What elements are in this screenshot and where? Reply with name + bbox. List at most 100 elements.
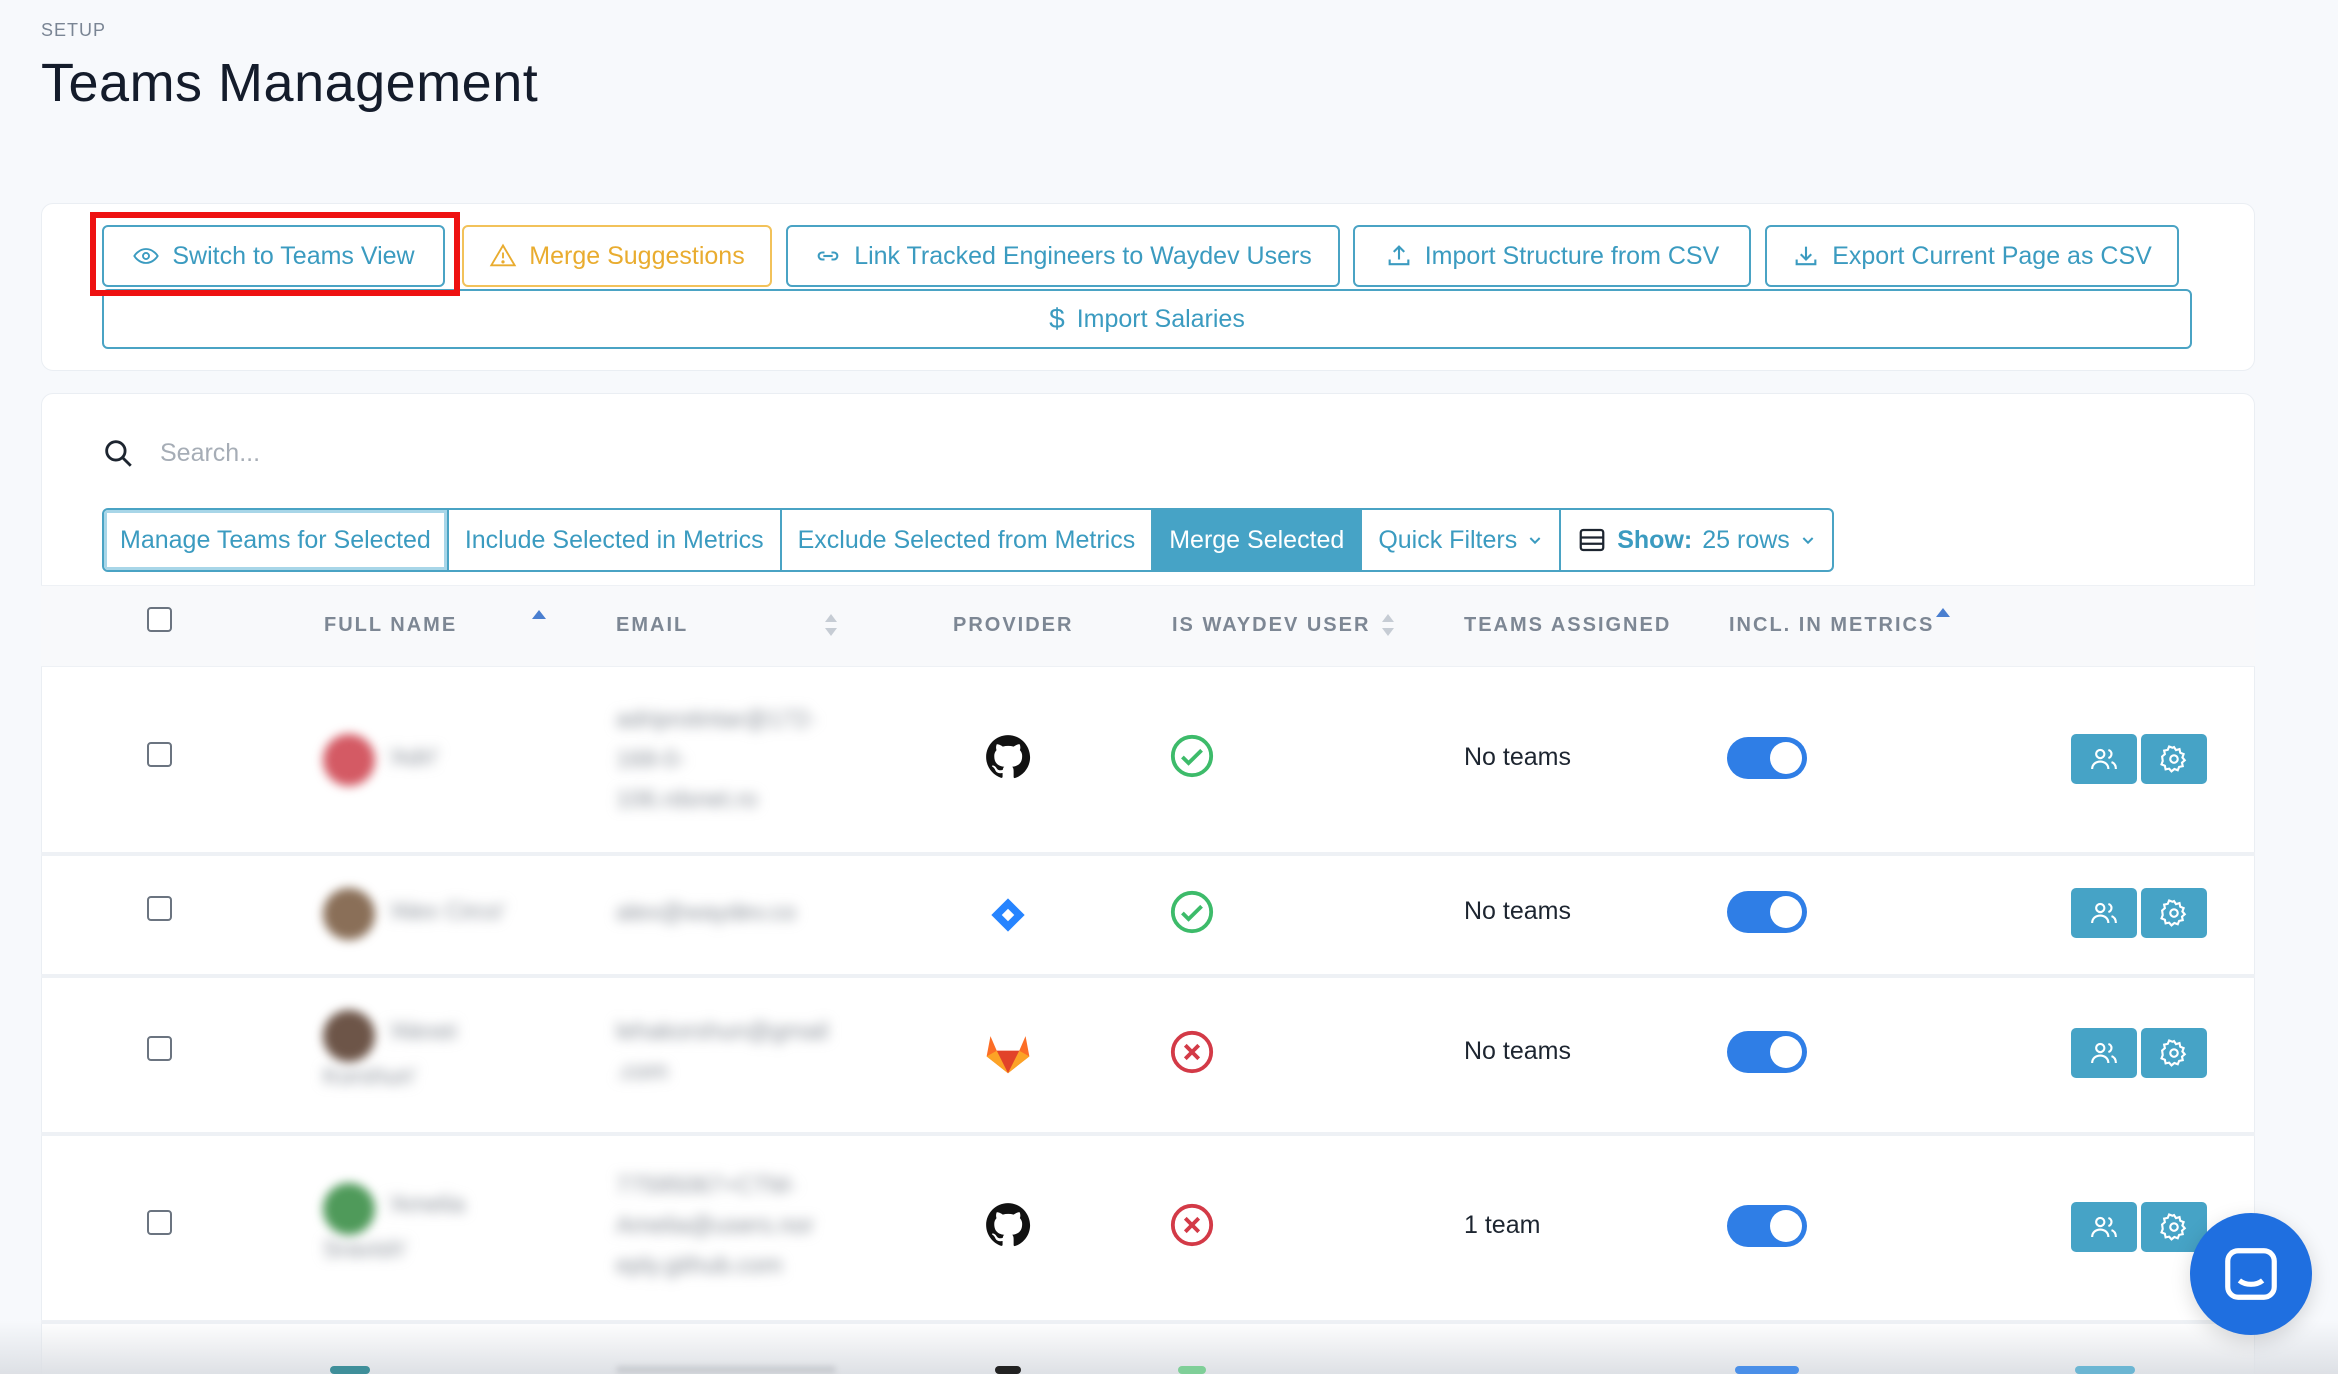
email-text: 77595067+CTM- [616, 1172, 797, 1199]
settings-row-button[interactable] [2141, 888, 2207, 938]
chat-icon [2225, 1248, 2277, 1300]
download-icon [1795, 246, 1817, 266]
partial-avatar [330, 1366, 370, 1374]
full-name-text: Korshun' [323, 1063, 417, 1090]
merge-selected-label: Merge Selected [1169, 525, 1345, 554]
search-input[interactable] [160, 432, 960, 474]
chevron-down-icon [1802, 537, 1814, 545]
partial-status-icon [1178, 1366, 1206, 1374]
merge-selected-button[interactable]: Merge Selected [1153, 510, 1363, 570]
row-divider [41, 974, 2255, 978]
highlight-box [90, 212, 460, 296]
full-name-text: 'Adri' [387, 744, 439, 771]
avatar [323, 1183, 375, 1235]
export-page-button[interactable]: Export Current Page as CSV [1765, 225, 2179, 287]
bulk-actions-group: Manage Teams for Selected Include Select… [102, 508, 1834, 572]
teams-assigned-text: 1 team [1464, 1211, 1541, 1239]
column-header-incl-in-metrics[interactable]: INCL. IN METRICS [1729, 614, 1934, 637]
row-checkbox[interactable] [147, 1036, 172, 1061]
include-in-metrics-toggle[interactable] [1727, 891, 1807, 933]
email-text: lehakorshun@gmail [616, 1018, 829, 1045]
email-text: 106.rdsnet.ro [616, 786, 758, 813]
settings-row-button[interactable] [2141, 1028, 2207, 1078]
users-icon [2091, 1042, 2117, 1064]
partial-email [616, 1366, 836, 1374]
github-icon [986, 1203, 1031, 1247]
full-name-text: Sravish' [323, 1236, 408, 1263]
chat-launcher-button[interactable] [2190, 1213, 2312, 1335]
row-divider [41, 852, 2255, 856]
dollar-icon: $ [1049, 303, 1065, 334]
row-checkbox[interactable] [147, 1210, 172, 1235]
column-header-full-name[interactable]: FULL NAME [324, 614, 457, 637]
include-in-metrics-toggle[interactable] [1727, 1031, 1807, 1073]
partial-provider-icon [995, 1366, 1021, 1374]
avatar [323, 734, 375, 786]
gitlab-icon [986, 1036, 1030, 1074]
include-in-metrics-toggle[interactable] [1727, 1205, 1807, 1247]
manage-teams-button[interactable]: Manage Teams for Selected [104, 510, 449, 570]
email-text: 168-0- [616, 746, 686, 773]
sort-asc-icon[interactable] [1934, 604, 1952, 632]
teams-assigned-text: No teams [1464, 743, 1571, 771]
link-engineers-button[interactable]: Link Tracked Engineers to Waydev Users [786, 225, 1340, 287]
settings-row-button[interactable] [2141, 734, 2207, 784]
manage-teams-row-button[interactable] [2071, 888, 2137, 938]
link-engineers-label: Link Tracked Engineers to Waydev Users [854, 241, 1312, 270]
x-circle-icon [1170, 1203, 1214, 1247]
teams-assigned-text: No teams [1464, 897, 1571, 925]
row-divider [41, 1132, 2255, 1136]
search-icon [105, 440, 132, 467]
manage-teams-row-button[interactable] [2071, 1202, 2137, 1252]
partial-toggle [1735, 1366, 1799, 1374]
quick-filters-dropdown[interactable]: Quick Filters [1362, 510, 1562, 570]
chevron-down-icon [1529, 537, 1541, 545]
users-icon [2091, 902, 2117, 924]
manage-teams-row-button[interactable] [2071, 1028, 2137, 1078]
sort-icon[interactable] [1379, 611, 1397, 639]
row-checkbox[interactable] [147, 742, 172, 767]
section-eyebrow: SETUP [41, 20, 107, 40]
check-circle-icon [1170, 734, 1214, 778]
email-text: Amelia@users.nor [616, 1212, 814, 1239]
teams-assigned-text: No teams [1464, 1037, 1571, 1065]
column-header-teams-assigned: TEAMS ASSIGNED [1464, 614, 1672, 636]
show-label: Show: [1617, 525, 1693, 554]
import-structure-label: Import Structure from CSV [1424, 241, 1720, 270]
exclude-from-metrics-button[interactable]: Exclude Selected from Metrics [782, 510, 1154, 570]
manage-teams-row-button[interactable] [2071, 734, 2137, 784]
row-checkbox[interactable] [147, 896, 172, 921]
email-text: eply.github.com [616, 1252, 783, 1279]
select-all-checkbox[interactable] [147, 607, 172, 632]
import-salaries-label: Import Salaries [1076, 304, 1245, 333]
quick-filters-label: Quick Filters [1378, 525, 1518, 554]
sort-asc-icon[interactable] [530, 606, 548, 634]
email-text: .com [616, 1058, 669, 1085]
full-name-text: 'Amelia [387, 1191, 465, 1218]
gear-icon [2160, 1039, 2187, 1067]
sort-icon[interactable] [822, 611, 840, 639]
import-structure-button[interactable]: Import Structure from CSV [1353, 225, 1751, 287]
rows-per-page-dropdown[interactable]: Show: 25 rows [1561, 510, 1832, 570]
email-text: adriprotintar@172- [616, 706, 817, 733]
check-circle-icon [1170, 890, 1214, 934]
include-in-metrics-button[interactable]: Include Selected in Metrics [449, 510, 782, 570]
column-header-provider: PROVIDER [953, 614, 1074, 636]
column-header-email[interactable]: EMAIL [616, 614, 688, 637]
import-salaries-button[interactable]: $ Import Salaries [102, 289, 2192, 349]
include-in-metrics-toggle[interactable] [1727, 737, 1807, 779]
table-rows-icon [1579, 528, 1605, 552]
full-name-text: 'Alexei [387, 1018, 457, 1045]
users-icon [2091, 748, 2117, 770]
jira-icon [991, 898, 1025, 932]
gear-icon [2160, 899, 2187, 927]
column-header-is-waydev-user[interactable]: IS WAYDEV USER [1172, 614, 1370, 637]
upload-icon [1388, 245, 1410, 266]
gear-icon [2160, 1213, 2187, 1241]
github-icon [986, 735, 1031, 779]
include-in-metrics-label: Include Selected in Metrics [464, 525, 764, 554]
users-icon [2091, 1216, 2117, 1238]
exclude-from-metrics-label: Exclude Selected from Metrics [797, 525, 1136, 554]
merge-suggestions-button[interactable]: Merge Suggestions [462, 225, 772, 287]
merge-suggestions-label: Merge Suggestions [529, 241, 745, 270]
